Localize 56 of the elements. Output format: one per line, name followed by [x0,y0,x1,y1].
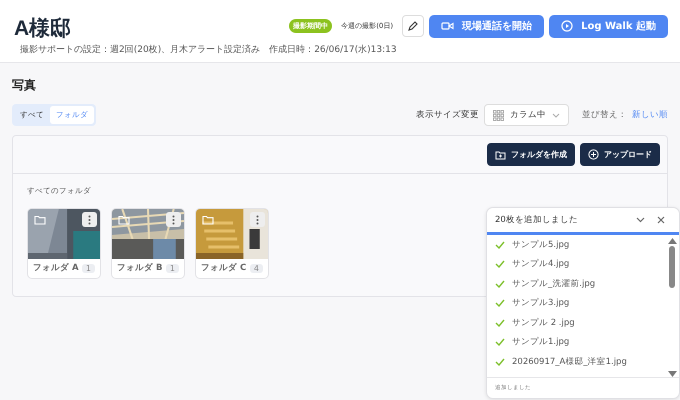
photo-count: 1 [166,264,179,272]
pencil-icon [407,20,420,32]
file-name: サンプル1.jpg [512,336,570,348]
action-button[interactable]: フォルダを作成 [487,143,575,166]
chevron-down-icon [552,112,560,118]
grid-icon [493,110,504,120]
check-icon [495,260,505,268]
folder-card[interactable]: フォルダ B 1 [111,208,185,279]
file-name: サンプル4.jpg [512,258,570,270]
file-name: サンプル_洗濯前.jpg [512,278,596,290]
more-icon [256,214,259,224]
scroll-down-icon[interactable] [668,371,676,377]
more-icon [88,214,91,224]
size-select[interactable]: カラム中 [484,104,569,126]
photo-count: 4 [250,264,263,272]
file-name: サンプル5.jpg [512,238,570,251]
more-button[interactable] [250,212,265,227]
check-icon [495,358,505,366]
folder-icon [34,215,46,225]
edit-button[interactable] [402,15,424,37]
play-icon [561,20,574,32]
more-button[interactable] [166,212,181,227]
file-name: サンプル 2 .jpg [512,316,575,329]
more-icon [172,214,175,224]
photo-count: 1 [82,264,95,272]
folder-name: フォルダ A [33,262,79,274]
size-label: 表示サイズ変更 [416,109,479,121]
more-button[interactable] [82,212,97,227]
folder-plus-icon [495,150,506,160]
chevron-down-icon[interactable] [636,217,645,223]
folder-card[interactable]: フォルダ A 1 [27,208,101,279]
close-icon[interactable] [657,216,665,224]
page-title: A様邸 [14,16,72,42]
header-button[interactable]: Log Walk 起動 [549,14,668,38]
sort-link[interactable]: 新しい順 [632,109,668,121]
folder-icon [118,215,130,225]
file-name: サンプル3.jpg [512,297,570,310]
folder-name: フォルダ B [117,262,162,274]
section-title: 写真 [12,77,37,94]
video-icon [441,21,454,31]
check-icon [495,338,505,346]
sort-label: 並び替え： [582,109,627,121]
folder-card[interactable]: フォルダ C 4 [195,208,269,279]
check-icon [495,318,505,327]
folder-name: フォルダ C [201,262,246,274]
folder-icon [202,215,214,225]
action-button[interactable]: アップロード [580,143,660,166]
upload-title: 20枚を追加しました [495,214,579,226]
check-icon [495,280,505,288]
check-icon [495,299,505,308]
plus-circle-icon [588,149,599,160]
scroll-up-icon[interactable] [668,238,676,244]
settings-subtitle: 撮影サポートの設定：週2回(20枚)、月木アラート設定済み 作成日時：26/06/17(水)13:13 [20,44,398,56]
header-button[interactable]: 現場通話を開始 [429,14,544,38]
file-name: 20260917_A様邸_洋室1.jpg [512,356,627,368]
check-icon [495,240,505,249]
